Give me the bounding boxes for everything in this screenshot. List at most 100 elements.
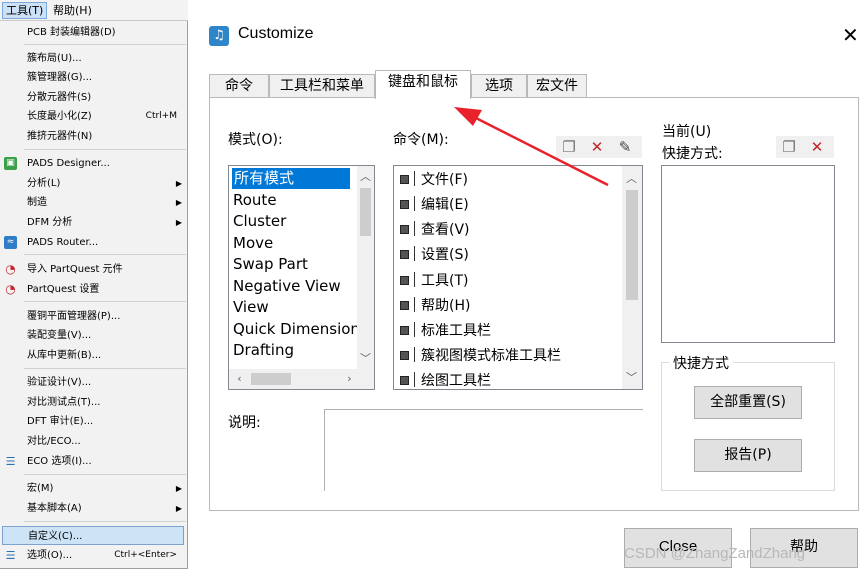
list-item[interactable]: 簇视图模式标准工具栏: [400, 345, 561, 367]
list-item[interactable]: 设置(S): [400, 244, 469, 266]
command-icon: [400, 250, 409, 259]
menu-item-compare-eco[interactable]: 对比/ECO...: [0, 432, 187, 451]
menu-item-verify-design[interactable]: 验证设计(V)...: [0, 373, 187, 392]
menu-separator: [24, 254, 186, 255]
menu-item-macro[interactable]: 宏(M) ▶: [0, 479, 187, 498]
reset-all-button[interactable]: 全部重置(S): [694, 386, 802, 419]
current-label: 当前(U): [662, 124, 712, 140]
list-item[interactable]: 工具(T): [400, 270, 468, 292]
menu-item-cluster-place[interactable]: 簇布局(U)...: [0, 49, 187, 68]
scroll-left-icon[interactable]: ‹: [231, 372, 248, 385]
menu-item-cluster-manager[interactable]: 簇管理器(G)...: [0, 68, 187, 87]
dialog-title: Customize: [238, 25, 314, 42]
scroll-thumb[interactable]: [251, 373, 291, 385]
menu-item-push-parts[interactable]: 推挤元器件(N): [0, 127, 187, 146]
menu-item-options[interactable]: ☰ 选项(O)... Ctrl+<Enter>: [0, 546, 187, 565]
partquest-icon: ◔: [5, 282, 16, 296]
menu-item-plane-manager[interactable]: 覆铜平面管理器(P)...: [0, 307, 187, 326]
list-item[interactable]: 编辑(E): [400, 194, 469, 216]
scroll-thumb[interactable]: [360, 188, 371, 236]
command-icon: [400, 376, 409, 385]
menu-item-analysis[interactable]: 分析(L) ▶: [0, 174, 187, 193]
command-icon: [400, 351, 409, 360]
commands-listbox[interactable]: 文件(F) 编辑(E) 查看(V) 设置(S) 工具(T) 帮助(H) 标准工具…: [393, 165, 643, 390]
list-item[interactable]: 标准工具栏: [400, 320, 491, 342]
menu-item-dfm-analysis[interactable]: DFM 分析 ▶: [0, 213, 187, 232]
list-item[interactable]: 所有模式: [232, 168, 350, 189]
menu-item-pads-router[interactable]: ≈ PADS Router...: [0, 233, 187, 252]
command-icon: [400, 225, 409, 234]
list-item[interactable]: Negative View: [233, 276, 341, 297]
list-item[interactable]: Cluster: [233, 211, 286, 232]
report-button[interactable]: 报告(P): [694, 439, 802, 472]
close-icon[interactable]: ✕: [842, 24, 859, 46]
list-item[interactable]: 查看(V): [400, 219, 470, 241]
submenu-arrow-icon: ▶: [175, 198, 182, 207]
menu-item-import-partquest[interactable]: ◔ 导入 PartQuest 元件: [0, 260, 187, 279]
menu-item-update-from-library[interactable]: 从库中更新(B)...: [0, 346, 187, 365]
menu-separator: [24, 521, 186, 522]
menu-item-customize[interactable]: 自定义(C)...: [2, 526, 184, 545]
scroll-down-icon[interactable]: ﹀: [357, 350, 374, 366]
menu-item-compare-testpoints[interactable]: 对比测试点(T)...: [0, 393, 187, 412]
menu-separator: [24, 149, 186, 150]
menu-bar: 工具(T) 帮助(H): [0, 0, 188, 21]
tab-keyboard-mouse[interactable]: 键盘和鼠标: [375, 70, 471, 99]
tab-toolbars-menus[interactable]: 工具栏和菜单: [269, 74, 375, 98]
menu-item-pads-designer[interactable]: ▣ PADS Designer...: [0, 154, 187, 173]
scroll-up-icon[interactable]: ︿: [357, 168, 374, 184]
commands-vertical-scrollbar[interactable]: ︿ ﹀: [622, 166, 642, 389]
mode-label: 模式(O):: [228, 132, 283, 148]
shortcut-toolbar: ❐ ✕: [776, 136, 834, 158]
list-item[interactable]: Swap Part: [233, 254, 308, 275]
submenu-arrow-icon: ▶: [175, 484, 182, 493]
submenu-arrow-icon: ▶: [175, 218, 182, 227]
new-shortcut-icon[interactable]: ❐: [779, 137, 799, 157]
tab-macro-files[interactable]: 宏文件: [527, 74, 587, 98]
scroll-down-icon[interactable]: ﹀: [623, 369, 640, 385]
command-icon: [400, 301, 409, 310]
scroll-right-icon[interactable]: ›: [341, 372, 358, 385]
list-item[interactable]: 绘图工具栏: [400, 370, 491, 389]
description-label: 说明:: [228, 415, 261, 431]
scroll-up-icon[interactable]: ︿: [623, 170, 640, 186]
menu-item-length-minimize[interactable]: 长度最小化(Z) Ctrl+M: [0, 107, 187, 126]
eco-options-icon: ☰: [5, 455, 16, 468]
menu-help[interactable]: 帮助(H): [50, 2, 95, 19]
mode-listbox[interactable]: 所有模式 Route Cluster Move Swap Part Negati…: [228, 165, 375, 390]
menu-item-basic-scripts[interactable]: 基本脚本(A) ▶: [0, 499, 187, 518]
list-item[interactable]: Move: [233, 233, 273, 254]
annotation-arrow: [454, 107, 609, 187]
list-item[interactable]: Quick Dimension: [233, 319, 360, 340]
command-icon: [400, 175, 409, 184]
watermark-text: CSDN @ZhangZandZhang: [624, 545, 806, 562]
description-box: [324, 409, 643, 491]
tab-strip: 命令 工具栏和菜单 键盘和鼠标 选项 宏文件: [209, 70, 859, 99]
pads-router-icon: ≈: [4, 236, 17, 249]
submenu-arrow-icon: ▶: [175, 504, 182, 513]
menu-item-assembly-variants[interactable]: 装配变量(V)...: [0, 326, 187, 345]
menu-item-pcb-decal-editor[interactable]: PCB 封装编辑器(D): [0, 23, 187, 42]
menu-item-disperse[interactable]: 分散元器件(S): [0, 88, 187, 107]
current-shortcut-listbox[interactable]: [661, 165, 835, 343]
menu-item-fabrication[interactable]: 制造 ▶: [0, 193, 187, 212]
list-item[interactable]: 帮助(H): [400, 295, 470, 317]
command-icon: [400, 326, 409, 335]
command-icon: [400, 276, 409, 285]
tab-options[interactable]: 选项: [471, 74, 527, 98]
scroll-thumb[interactable]: [626, 190, 638, 300]
submenu-arrow-icon: ▶: [175, 179, 182, 188]
menu-item-dft-audit[interactable]: DFT 审计(E)...: [0, 412, 187, 431]
command-icon: [400, 200, 409, 209]
tab-commands[interactable]: 命令: [209, 74, 269, 98]
mode-vertical-scrollbar[interactable]: ︿ ﹀: [357, 166, 374, 369]
menu-tools[interactable]: 工具(T): [2, 2, 48, 19]
menu-item-eco-options[interactable]: ☰ ECO 选项(I)...: [0, 452, 187, 471]
menu-item-partquest-settings[interactable]: ◔ PartQuest 设置: [0, 280, 187, 299]
list-item[interactable]: Route: [233, 190, 277, 211]
mode-horizontal-scrollbar[interactable]: ‹ ›: [229, 369, 374, 389]
delete-icon[interactable]: ✕: [807, 137, 827, 157]
shortcut-label: 快捷方式:: [662, 146, 723, 162]
list-item[interactable]: View: [233, 297, 269, 318]
list-item[interactable]: Drafting: [233, 340, 294, 361]
